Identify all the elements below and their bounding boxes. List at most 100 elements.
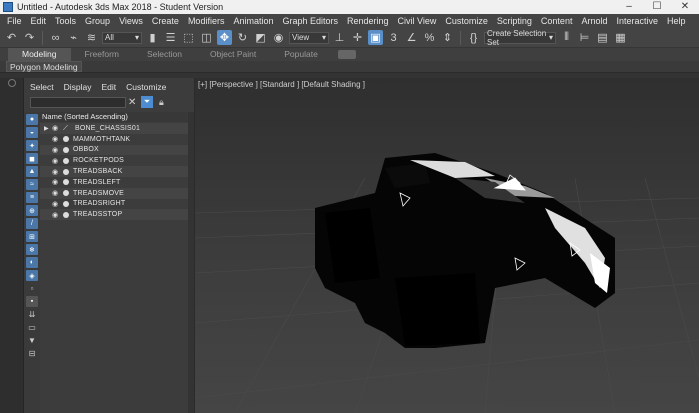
menu-help[interactable]: Help (664, 16, 692, 26)
display-shapes-icon[interactable]: ◒ (26, 127, 38, 138)
menu-tools[interactable]: Tools (52, 16, 82, 26)
place-icon[interactable]: ◉ (271, 30, 286, 45)
visibility-eye-icon[interactable]: ◉ (52, 211, 61, 219)
tab-populate[interactable]: Populate (270, 48, 332, 61)
toggle-scene-explorer-icon[interactable]: ▤ (595, 30, 610, 45)
name-column-header[interactable]: Name (Sorted Ascending) F (40, 112, 194, 122)
menu-graph-editors[interactable]: Graph Editors (279, 16, 344, 26)
visibility-eye-icon[interactable]: ◉ (52, 146, 61, 154)
filter-icon[interactable]: ⏷ (141, 96, 153, 108)
explorer-menu-customize[interactable]: Customize (126, 82, 166, 94)
reference-coord-dropdown[interactable]: View ▾ (289, 31, 329, 44)
sort-icon[interactable]: ⇊ (26, 309, 38, 320)
keyboard-shortcut-override-icon[interactable]: ▣ (368, 30, 383, 45)
menu-arnold[interactable]: Arnold (578, 16, 613, 26)
bind-spacewarp-icon[interactable]: ≋ (84, 30, 99, 45)
list-item[interactable]: ▶ ◉ ⟋ BONE_CHASSIS01 (40, 123, 194, 134)
close-button[interactable]: ✕ (671, 0, 699, 14)
list-item[interactable]: ◉ TREADSMOVE (40, 187, 194, 199)
percent-snap-icon[interactable]: % (422, 30, 437, 45)
list-item[interactable]: ◉ TREADSLEFT (40, 176, 194, 188)
menu-create[interactable]: Create (149, 16, 185, 26)
display-xrefs-icon[interactable]: ⊕ (26, 205, 38, 216)
menu-content[interactable]: Content (538, 16, 579, 26)
expand-icon[interactable]: ▶ (44, 125, 50, 132)
explorer-menu-select[interactable]: Select (30, 82, 54, 94)
explorer-search-input[interactable] (30, 97, 126, 108)
ribbon-toggle-button[interactable] (337, 50, 356, 59)
spinner-snap-icon[interactable]: ⇕ (440, 30, 455, 45)
list-item[interactable]: ◉ TREADSRIGHT (40, 198, 194, 210)
visibility-eye-icon[interactable]: ◉ (52, 189, 61, 197)
selection-filter-dropdown[interactable]: All ▾ (102, 31, 142, 44)
display-none-icon[interactable]: ▫ (26, 283, 38, 294)
visibility-eye-icon[interactable]: ◉ (52, 124, 61, 132)
visibility-eye-icon[interactable]: ◉ (52, 135, 61, 143)
layer-explorer-icon[interactable]: ▦ (613, 30, 628, 45)
layer-icon[interactable]: ▭ (26, 322, 38, 333)
undo-icon[interactable]: ↶ (4, 30, 19, 45)
pivot-center-icon[interactable]: ⊥ (332, 30, 347, 45)
display-geometry-icon[interactable]: ● (26, 114, 38, 125)
select-and-scale-icon[interactable]: ◩ (253, 30, 268, 45)
select-manipulate-icon[interactable]: ✛ (350, 30, 365, 45)
visibility-eye-icon[interactable]: ◉ (52, 178, 61, 186)
display-cameras-icon[interactable]: ◼ (26, 153, 38, 164)
select-and-move-icon[interactable]: ✥ (217, 30, 232, 45)
display-groups-icon[interactable]: ≡ (26, 192, 38, 203)
edit-named-selection-icon[interactable]: {} (466, 30, 481, 45)
window-crossing-icon[interactable]: ◫ (199, 30, 214, 45)
display-spacewarps-icon[interactable]: ≈ (26, 179, 38, 190)
display-lights-icon[interactable]: ✦ (26, 140, 38, 151)
visibility-eye-icon[interactable]: ◉ (52, 200, 61, 208)
display-all-icon[interactable]: ◈ (26, 270, 38, 281)
menu-customize[interactable]: Customize (442, 16, 494, 26)
link-icon[interactable]: ∞ (48, 30, 63, 45)
tab-selection[interactable]: Selection (133, 48, 196, 61)
menu-modifiers[interactable]: Modifiers (185, 16, 231, 26)
list-item[interactable]: ◉ ROCKETPODS (40, 155, 194, 167)
tab-object-paint[interactable]: Object Paint (196, 48, 270, 61)
menu-scripting[interactable]: Scripting (494, 16, 538, 26)
unlink-icon[interactable]: ⌁ (66, 30, 81, 45)
named-selection-dropdown[interactable]: Create Selection Set ▾ (484, 29, 556, 47)
select-and-rotate-icon[interactable]: ↻ (235, 30, 250, 45)
snaps-toggle-icon[interactable]: 3 (386, 30, 401, 45)
menu-file[interactable]: File (4, 16, 28, 26)
angle-snap-icon[interactable]: ∠ (404, 30, 419, 45)
menu-interactive[interactable]: Interactive (613, 16, 664, 26)
perspective-viewport[interactable]: [+] [Perspective ] [Standard ] [Default … (195, 78, 699, 413)
dock-handle-icon[interactable] (8, 79, 16, 87)
list-item[interactable]: ◉ TREADSBACK (40, 166, 194, 177)
menu-civil-view[interactable]: Civil View (395, 16, 443, 26)
explorer-scrollbar[interactable] (188, 112, 194, 413)
display-bones-icon[interactable]: / (26, 218, 38, 229)
tab-freeform[interactable]: Freeform (71, 48, 133, 61)
funnel-icon[interactable]: ▼ (26, 335, 38, 346)
align-icon[interactable]: ⊨ (577, 30, 592, 45)
invert-display-icon[interactable]: ▪ (26, 296, 38, 307)
visibility-eye-icon[interactable]: ◉ (52, 157, 61, 165)
menu-edit[interactable]: Edit (28, 16, 53, 26)
settings-icon[interactable]: ⊟ (26, 348, 38, 359)
rect-selection-region-icon[interactable]: ⬚ (181, 30, 196, 45)
explorer-menu-display[interactable]: Display (64, 82, 92, 94)
display-helpers-icon[interactable]: ▲ (26, 166, 38, 177)
explorer-menu-edit[interactable]: Edit (102, 82, 117, 94)
menu-animation[interactable]: Animation (230, 16, 279, 26)
minimize-button[interactable]: – (615, 0, 643, 14)
lock-icon[interactable]: 🔒︎ (159, 97, 164, 108)
list-item[interactable]: ◉ OBBOX (40, 144, 194, 156)
display-frozen-icon[interactable]: ❄ (26, 244, 38, 255)
display-containers-icon[interactable]: ⊞ (26, 231, 38, 242)
list-item[interactable]: ◉ TREADSSTOP (40, 209, 194, 221)
mirror-icon[interactable]: ⫴ (559, 30, 574, 45)
select-by-name-icon[interactable]: ☰ (163, 30, 178, 45)
menu-group[interactable]: Group (82, 16, 116, 26)
menu-views[interactable]: Views (116, 16, 149, 26)
menu-rendering[interactable]: Rendering (344, 16, 395, 26)
polygon-modeling-button[interactable]: Polygon Modeling (6, 61, 82, 72)
maximize-button[interactable]: ☐ (643, 0, 671, 14)
select-object-icon[interactable]: ▮ (145, 30, 160, 45)
display-hidden-icon[interactable]: ◐ (26, 257, 38, 268)
